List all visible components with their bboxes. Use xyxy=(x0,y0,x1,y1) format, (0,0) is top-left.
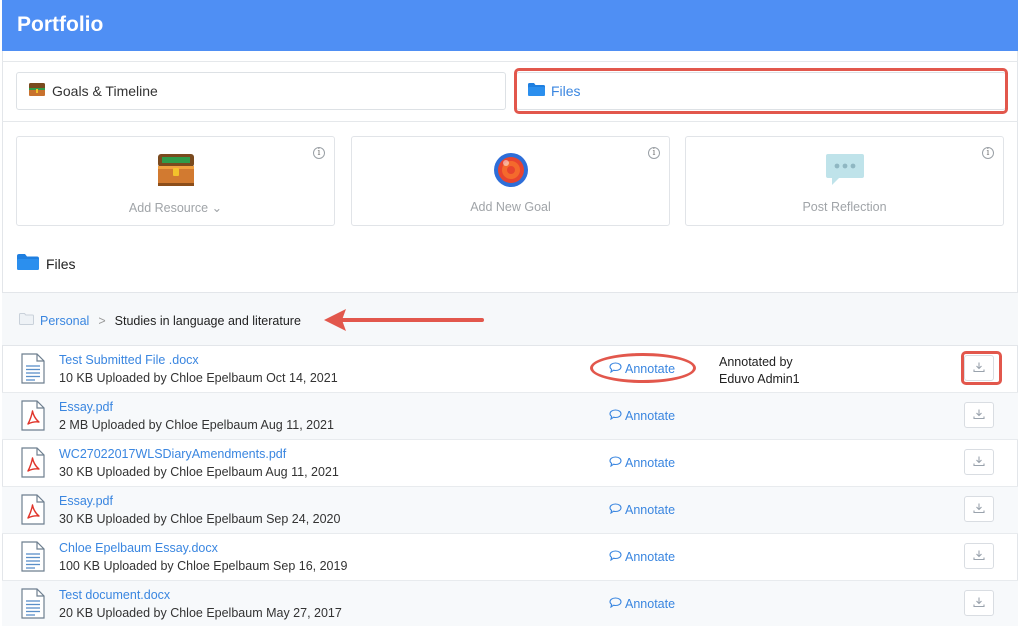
annotate-button[interactable]: Annotate xyxy=(609,550,675,564)
folder-icon xyxy=(528,83,545,99)
document-icon xyxy=(21,588,45,622)
file-meta: 2 MB Uploaded by Chloe Epelbaum Aug 11, … xyxy=(59,418,334,432)
chevron-down-icon: ⌄ xyxy=(211,201,223,215)
comment-icon xyxy=(609,456,622,470)
divider xyxy=(2,121,1018,122)
annotate-button[interactable]: Annotate xyxy=(609,456,675,470)
comment-icon xyxy=(609,409,622,423)
annotated-by-info: Annotated by Eduvo Admin1 xyxy=(719,355,800,386)
add-new-goal-label: Add New Goal xyxy=(470,200,551,214)
tab-goals-timeline[interactable]: Goals & Timeline xyxy=(16,72,506,110)
file-meta: 30 KB Uploaded by Chloe Epelbaum Aug 11,… xyxy=(59,465,339,479)
add-resource-label: Add Resource ⌄ xyxy=(128,201,223,215)
download-button[interactable] xyxy=(964,496,994,522)
file-row: Chloe Epelbaum Essay.docx 100 KB Uploade… xyxy=(2,534,1018,581)
comment-icon xyxy=(609,597,622,611)
annotation-arrow-icon xyxy=(322,306,488,337)
add-resource-card[interactable]: i Add Resource ⌄ xyxy=(16,136,335,226)
info-icon[interactable]: i xyxy=(313,147,325,159)
download-button[interactable] xyxy=(964,449,994,475)
breadcrumb: Personal > Studies in language and liter… xyxy=(19,313,301,328)
comment-icon xyxy=(609,503,622,517)
tab-goals-label: Goals & Timeline xyxy=(52,83,158,99)
file-meta: 100 KB Uploaded by Chloe Epelbaum Sep 16… xyxy=(59,559,348,573)
download-button[interactable] xyxy=(964,402,994,428)
app-header: Portfolio xyxy=(2,0,1018,51)
annotate-button[interactable]: Annotate xyxy=(609,503,675,517)
pdf-file-icon xyxy=(21,494,45,528)
files-section-heading: Files xyxy=(17,254,76,273)
document-icon xyxy=(21,353,45,387)
download-button[interactable] xyxy=(964,355,994,381)
add-new-goal-card[interactable]: i Add New Goal xyxy=(351,136,670,226)
annotate-button[interactable]: Annotate xyxy=(609,597,675,611)
comment-icon xyxy=(609,362,622,376)
file-row: Test Submitted File .docx 10 KB Uploaded… xyxy=(2,346,1018,393)
breadcrumb-current: Studies in language and literature xyxy=(114,313,301,328)
breadcrumb-personal-link[interactable]: Personal xyxy=(40,314,89,328)
info-icon[interactable]: i xyxy=(982,147,994,159)
file-meta: 30 KB Uploaded by Chloe Epelbaum Sep 24,… xyxy=(59,512,341,526)
download-icon xyxy=(973,408,985,423)
speech-bubble-icon xyxy=(825,150,865,188)
file-row: Essay.pdf 30 KB Uploaded by Chloe Epelba… xyxy=(2,487,1018,534)
info-icon[interactable]: i xyxy=(648,147,660,159)
file-name-link[interactable]: Essay.pdf xyxy=(59,400,113,414)
annotate-button[interactable]: Annotate xyxy=(609,409,675,423)
download-icon xyxy=(973,502,985,517)
file-name-link[interactable]: Test document.docx xyxy=(59,588,170,602)
file-row: WC27022017WLSDiaryAmendments.pdf 30 KB U… xyxy=(2,440,1018,487)
pdf-file-icon xyxy=(21,400,45,434)
document-icon xyxy=(21,541,45,575)
files-heading-label: Files xyxy=(46,255,76,272)
divider xyxy=(2,61,1018,62)
file-name-link[interactable]: Essay.pdf xyxy=(59,494,113,508)
breadcrumb-bar: Personal > Studies in language and liter… xyxy=(2,292,1018,346)
tab-files-label: Files xyxy=(551,83,581,99)
pdf-file-icon xyxy=(21,447,45,481)
file-name-link[interactable]: Chloe Epelbaum Essay.docx xyxy=(59,541,218,555)
file-name-link[interactable]: WC27022017WLSDiaryAmendments.pdf xyxy=(59,447,286,461)
file-meta: 10 KB Uploaded by Chloe Epelbaum Oct 14,… xyxy=(59,371,338,385)
folder-icon xyxy=(17,254,39,273)
post-reflection-label: Post Reflection xyxy=(802,200,887,214)
download-icon xyxy=(973,596,985,611)
file-name-link[interactable]: Test Submitted File .docx xyxy=(59,353,199,367)
treasure-chest-icon xyxy=(28,82,46,100)
annotate-button[interactable]: Annotate xyxy=(609,362,675,376)
breadcrumb-separator: > xyxy=(98,313,106,328)
target-icon xyxy=(491,150,531,188)
download-icon xyxy=(973,455,985,470)
folder-outline-icon xyxy=(19,313,34,328)
file-meta: 20 KB Uploaded by Chloe Epelbaum May 27,… xyxy=(59,606,342,620)
file-row: Essay.pdf 2 MB Uploaded by Chloe Epelbau… xyxy=(2,393,1018,440)
tab-files[interactable]: Files xyxy=(516,72,1006,110)
treasure-chest-icon xyxy=(156,150,196,188)
post-reflection-card[interactable]: i Post Reflection xyxy=(685,136,1004,226)
download-button[interactable] xyxy=(964,543,994,569)
download-icon xyxy=(973,361,985,376)
download-icon xyxy=(973,549,985,564)
download-button[interactable] xyxy=(964,590,994,616)
file-row: Test document.docx 20 KB Uploaded by Chl… xyxy=(2,581,1018,626)
page-title: Portfolio xyxy=(17,13,104,36)
comment-icon xyxy=(609,550,622,564)
